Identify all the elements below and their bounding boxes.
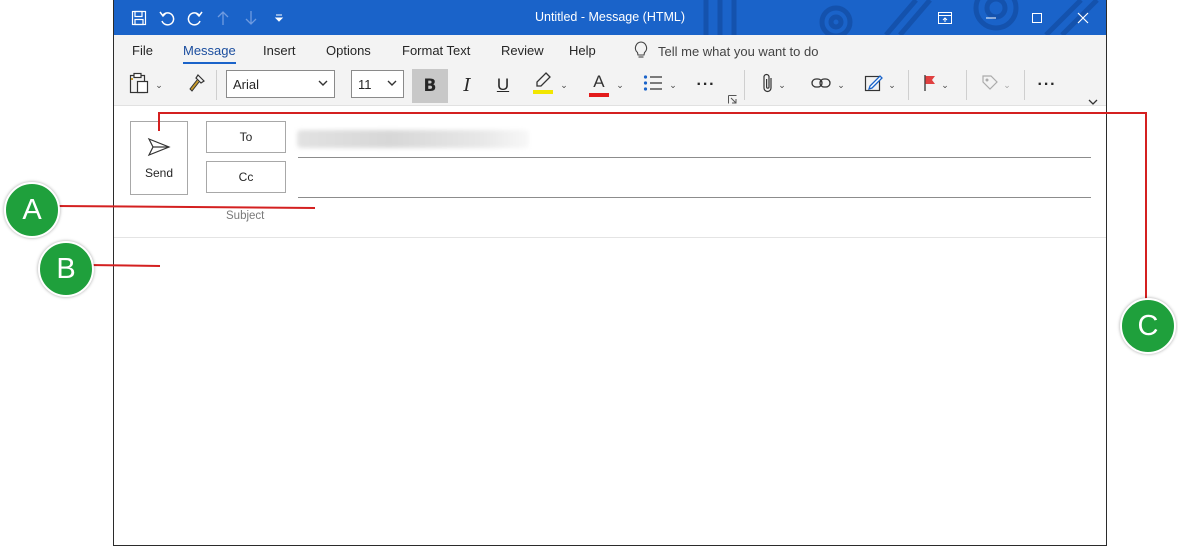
tab-file[interactable]: File [132, 43, 153, 58]
chevron-down-icon [387, 80, 397, 86]
tab-message[interactable]: Message [183, 43, 236, 64]
chevron-down-icon: ⌄ [941, 79, 949, 90]
tab-options[interactable]: Options [326, 43, 371, 58]
to-recipient-redacted [297, 130, 529, 148]
bold-button[interactable]: B [412, 69, 448, 103]
underline-button[interactable]: U [490, 69, 516, 101]
ribbon-separator [216, 70, 217, 100]
font-name-select[interactable]: Arial [226, 70, 335, 98]
font-size-value: 11 [358, 76, 372, 92]
tab-format-text[interactable]: Format Text [402, 43, 470, 58]
subject-field[interactable] [299, 208, 1089, 226]
message-body[interactable] [114, 238, 1106, 545]
bullet-list-icon [643, 74, 663, 97]
maximize-icon[interactable] [1014, 0, 1060, 35]
signature-button[interactable]: ⌄ [862, 69, 898, 101]
callout-c: C [1120, 298, 1176, 354]
tell-me-text: Tell me what you want to do [658, 44, 819, 59]
chevron-down-icon: ⌄ [560, 79, 568, 90]
lightbulb-icon [634, 41, 648, 62]
tab-help[interactable]: Help [569, 43, 596, 58]
outlook-message-window: Untitled - Message (HTML) File Message I… [113, 0, 1107, 546]
font-color-letter: A [593, 72, 605, 91]
follow-up-button[interactable]: ⌄ [918, 69, 954, 101]
font-color-button[interactable]: A ⌄ [582, 69, 630, 101]
chevron-down-icon: ⌄ [616, 79, 624, 90]
chevron-down-icon: ⌄ [888, 79, 896, 90]
ribbon-separator [1024, 70, 1025, 100]
callout-a: A [4, 182, 60, 238]
bullets-button[interactable]: ⌄ [638, 69, 682, 101]
ribbon-separator [966, 70, 967, 100]
subject-label: Subject [226, 210, 265, 222]
ribbon-separator [744, 70, 745, 100]
highlight-button[interactable]: ⌄ [526, 69, 574, 101]
chevron-down-icon: ⌄ [155, 79, 163, 90]
send-icon [147, 137, 171, 160]
ribbon-tabs: File Message Insert Options Format Text … [114, 35, 1106, 65]
send-button[interactable]: Send [130, 121, 188, 195]
cc-button[interactable]: Cc [206, 161, 286, 193]
to-button[interactable]: To [206, 121, 286, 153]
italic-button[interactable]: I [454, 69, 480, 101]
tab-insert[interactable]: Insert [263, 43, 296, 58]
title-bar: Untitled - Message (HTML) [114, 0, 1106, 35]
link-icon [811, 76, 831, 95]
chevron-down-icon: ⌄ [837, 79, 845, 90]
ribbon-toolbar: ⌄ Arial 11 B I U ⌄ A ⌄ ⌄ ··· ⌄ ⌄ ⌄ ⌄ ⌄ ·… [114, 65, 1106, 106]
attach-file-button[interactable]: ⌄ [756, 69, 792, 101]
flag-icon [923, 74, 937, 97]
ribbon-separator [908, 70, 909, 100]
tell-me-box[interactable]: Tell me what you want to do [634, 41, 818, 62]
callout-b: B [38, 241, 94, 297]
clipboard-icon [129, 72, 149, 99]
sensitivity-icon [981, 74, 999, 97]
minimize-icon[interactable] [968, 0, 1014, 35]
ribbon-display-icon[interactable] [922, 0, 968, 35]
cc-field-underline [298, 197, 1091, 198]
chevron-down-icon: ⌄ [1003, 79, 1011, 90]
window-controls [922, 0, 1106, 35]
close-icon[interactable] [1060, 0, 1106, 35]
paste-button[interactable]: ⌄ [126, 69, 166, 101]
to-field-underline [298, 157, 1091, 158]
highlighter-icon [532, 71, 554, 100]
paperclip-icon [762, 72, 774, 99]
font-size-select[interactable]: 11 [351, 70, 404, 98]
ribbon-overflow-button[interactable]: ··· [1032, 69, 1062, 101]
format-painter-icon [186, 73, 206, 98]
chevron-down-icon: ⌄ [669, 79, 677, 90]
more-formatting-button[interactable]: ··· [692, 69, 720, 101]
chevron-down-icon: ⌄ [778, 79, 786, 90]
sensitivity-button[interactable]: ⌄ [978, 69, 1014, 101]
signature-icon [864, 73, 884, 98]
chevron-down-icon [318, 80, 328, 86]
tab-review[interactable]: Review [501, 43, 544, 58]
link-button[interactable]: ⌄ [804, 69, 852, 101]
font-color-icon: A [588, 72, 610, 98]
font-name-value: Arial [233, 76, 260, 92]
format-painter-button[interactable] [184, 69, 208, 101]
send-label: Send [144, 165, 174, 180]
compose-area: Send To Cc Subject [114, 106, 1106, 545]
